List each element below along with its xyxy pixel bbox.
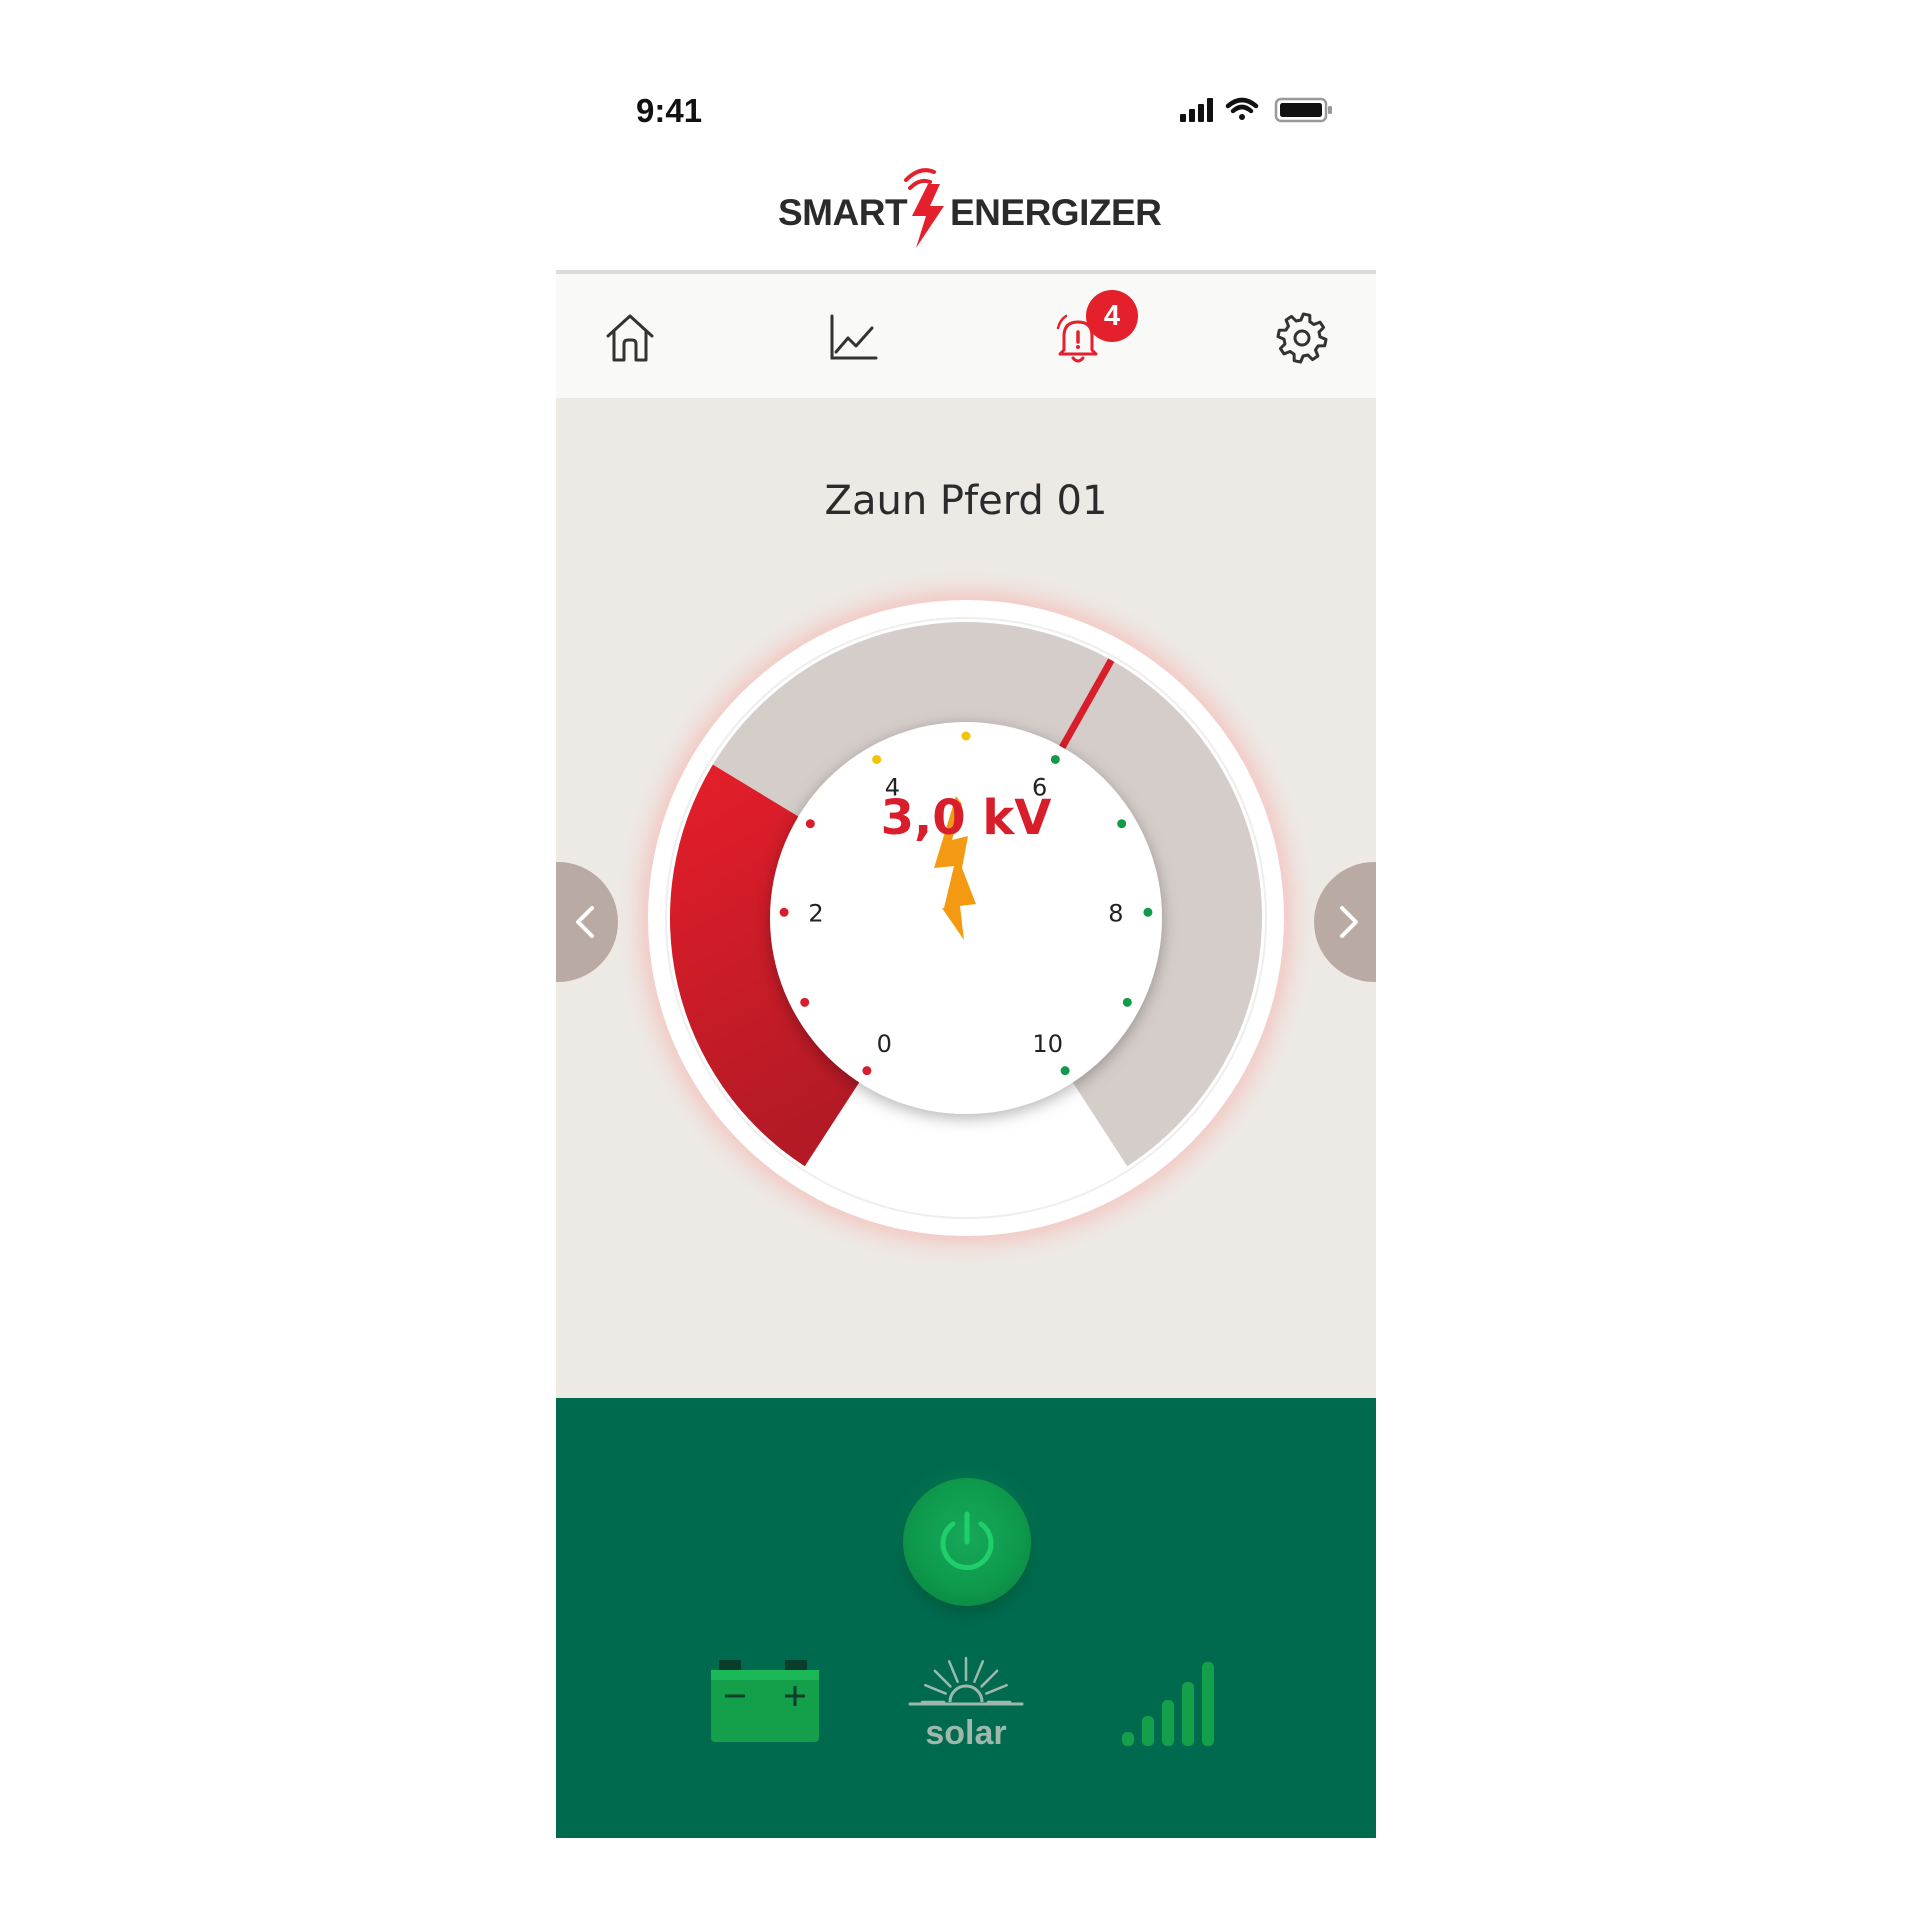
gauge-tick-label: 2 bbox=[808, 899, 823, 927]
main-panel: Zaun Pferd 01 0 2 4 6 8 10 3,0 kV bbox=[556, 398, 1376, 1398]
gauge-tick-label: 8 bbox=[1108, 899, 1123, 927]
gauge-tick-label: 10 bbox=[1032, 1030, 1063, 1058]
gauge-tick-label: 4 bbox=[885, 773, 900, 801]
next-device-button[interactable] bbox=[1314, 862, 1376, 982]
logo-text-energizer: ENERGIZER bbox=[950, 192, 1162, 233]
home-icon bbox=[606, 314, 654, 362]
nav-bar: 4 bbox=[556, 270, 1376, 398]
status-panel: solar bbox=[556, 1398, 1376, 1838]
battery-status bbox=[711, 1660, 819, 1744]
nav-settings[interactable] bbox=[1274, 310, 1330, 366]
solar-icon bbox=[908, 1656, 1024, 1706]
nav-home[interactable] bbox=[602, 310, 658, 366]
solar-status: solar bbox=[906, 1652, 1026, 1762]
gauge-tick-label: 0 bbox=[877, 1030, 892, 1058]
logo-bolt-icon bbox=[904, 168, 944, 248]
status-time: 9:41 bbox=[636, 92, 703, 129]
power-button[interactable] bbox=[903, 1478, 1031, 1606]
gear-icon bbox=[1276, 312, 1328, 364]
chevron-left-icon bbox=[576, 906, 594, 938]
chevron-right-icon bbox=[1340, 906, 1358, 938]
gauge-dial bbox=[770, 722, 1162, 1114]
power-icon bbox=[940, 1511, 994, 1570]
nav-alerts[interactable]: 4 bbox=[1050, 290, 1138, 366]
gauge-tick-dot bbox=[1117, 819, 1127, 829]
signal-strength-icon bbox=[1122, 1662, 1214, 1746]
chart-icon bbox=[830, 314, 878, 360]
gauge-tick-dot bbox=[800, 997, 810, 1007]
device-name: Zaun Pferd 01 bbox=[824, 478, 1108, 524]
gauge-tick-dot bbox=[862, 1066, 872, 1076]
status-icons bbox=[1180, 96, 1340, 126]
previous-device-button[interactable] bbox=[556, 862, 618, 982]
gauge-tick-dot bbox=[872, 754, 882, 764]
gauge-tick-dot bbox=[1122, 997, 1132, 1007]
logo: SMART ENERGIZER bbox=[770, 162, 1162, 252]
battery-icon bbox=[1274, 97, 1332, 123]
alert-count-badge: 4 bbox=[1086, 290, 1138, 342]
battery-status-icon bbox=[711, 1660, 819, 1742]
gauge-tick-dot bbox=[805, 819, 815, 829]
solar-label: solar bbox=[925, 1714, 1007, 1752]
logo-text-smart: SMART bbox=[778, 192, 908, 233]
gauge-tick-dot bbox=[1050, 754, 1060, 764]
gauge-tick-dot bbox=[779, 907, 789, 917]
gauge-tick-label: 6 bbox=[1032, 773, 1047, 801]
signal-status bbox=[1122, 1660, 1218, 1750]
wifi-icon bbox=[1225, 97, 1259, 120]
nav-chart[interactable] bbox=[826, 310, 882, 366]
voltage-gauge: 0 2 4 6 8 10 bbox=[616, 568, 1316, 1268]
gauge-tick-dot bbox=[961, 731, 971, 741]
gauge-tick-dot bbox=[1143, 907, 1153, 917]
cellular-signal-icon bbox=[1180, 98, 1213, 122]
app-root: 9:41 SMART ENERGIZER 4 Zaun Pferd 01 0 2… bbox=[0, 0, 1920, 1920]
gauge-tick-dot bbox=[1060, 1066, 1070, 1076]
app-screen: 4 Zaun Pferd 01 0 2 4 6 8 10 3,0 kV sola… bbox=[556, 270, 1376, 1838]
